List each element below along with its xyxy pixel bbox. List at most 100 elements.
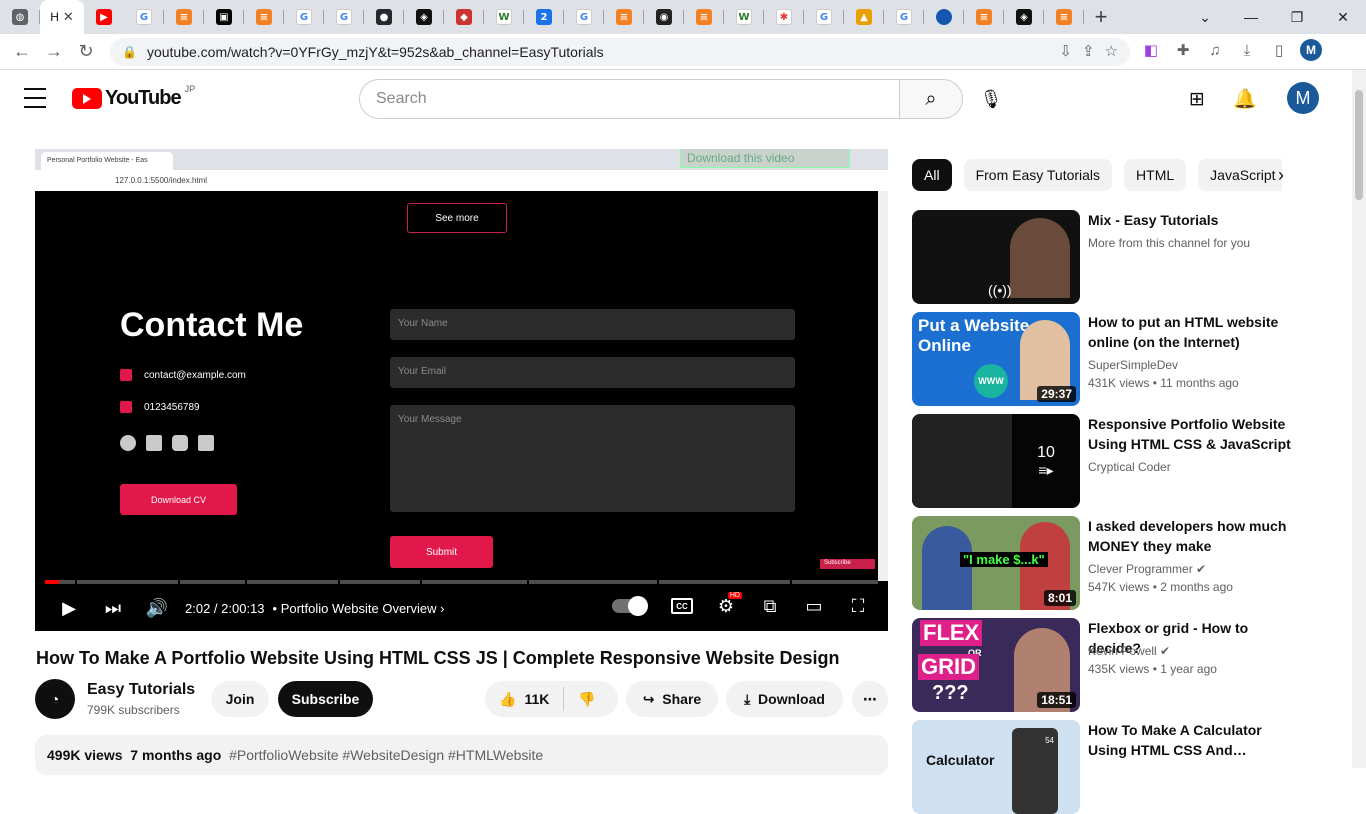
chip-all[interactable]: All	[912, 159, 952, 191]
search-button[interactable]: ⌕	[899, 79, 963, 119]
restore-icon[interactable]: ❐	[1274, 0, 1320, 34]
chevron-right-icon[interactable]: ›	[1278, 165, 1284, 186]
browser-tab[interactable]: ≡	[964, 0, 1004, 34]
browser-tab[interactable]: 2	[524, 0, 564, 34]
channel-avatar[interactable]: ◔	[35, 679, 75, 719]
share-page-icon[interactable]: ⇪	[1082, 42, 1095, 60]
browser-tab[interactable]: ≡	[604, 0, 644, 34]
recommendation-title[interactable]: Responsive Portfolio Website Using HTML …	[1088, 414, 1293, 454]
reload-icon[interactable]: ↻	[70, 36, 102, 68]
chip-from-channel[interactable]: From Easy Tutorials	[963, 159, 1113, 191]
description-box[interactable]: 499K views 7 months ago #PortfolioWebsit…	[35, 735, 888, 775]
subscribe-button[interactable]: Subscribe	[278, 681, 373, 717]
new-tab-icon[interactable]: +	[1084, 0, 1118, 34]
autoplay-toggle[interactable]	[612, 596, 648, 616]
browser-tab[interactable]: W	[724, 0, 764, 34]
theater-mode-icon[interactable]: ▭	[792, 586, 836, 626]
page-scrollbar[interactable]	[1352, 70, 1366, 768]
download-video-overlay[interactable]: Download this video	[680, 149, 850, 168]
profile-avatar[interactable]: M	[1300, 39, 1322, 61]
minimize-icon[interactable]: —	[1228, 0, 1274, 34]
recommendation-title[interactable]: Mix - Easy Tutorials	[1088, 210, 1293, 230]
account-avatar[interactable]: M	[1287, 82, 1319, 114]
video-thumbnail[interactable]: ((•))	[912, 210, 1080, 304]
notifications-bell-icon[interactable]: 🔔	[1232, 86, 1258, 112]
tab-search-icon[interactable]: ⌄	[1182, 0, 1228, 34]
browser-tab[interactable]: ◉	[644, 0, 684, 34]
recommendation-channel[interactable]: More from this channel for you	[1088, 236, 1250, 250]
browser-tab[interactable]: ◈	[1004, 0, 1044, 34]
recommendation-title[interactable]: How To Make A Calculator Using HTML CSS …	[1088, 720, 1293, 760]
fullscreen-icon[interactable]: ⛶	[836, 586, 880, 626]
like-count[interactable]: 11K	[524, 691, 549, 707]
recommendation-item[interactable]: Calculator 54 How To Make A Calculator U…	[912, 720, 1342, 814]
channel-name[interactable]: Easy Tutorials	[87, 681, 195, 699]
forward-icon[interactable]: →	[38, 36, 70, 68]
recommendation-title[interactable]: I asked developers how much MONEY they m…	[1088, 516, 1293, 556]
hashtags[interactable]: #PortfolioWebsite #WebsiteDesign #HTMLWe…	[229, 747, 543, 763]
recommendation-channel[interactable]: Kevin Powell ✔	[1088, 644, 1170, 658]
more-actions-icon[interactable]: ⋯	[852, 681, 888, 717]
browser-tab[interactable]: ●	[364, 0, 404, 34]
hamburger-menu-icon[interactable]	[24, 88, 46, 108]
video-thumbnail[interactable]: Put a Website Online WWW 29:37	[912, 312, 1080, 406]
recommendation-item[interactable]: Put a Website Online WWW 29:37 How to put…	[912, 312, 1342, 406]
download-button[interactable]: ⤓ Download	[726, 681, 843, 717]
recommendation-title[interactable]: How to put an HTML website online (on th…	[1088, 312, 1293, 352]
next-icon[interactable]: ⏭	[91, 589, 135, 629]
search-input[interactable]: Search	[359, 79, 900, 119]
browser-tab[interactable]: W	[484, 0, 524, 34]
browser-tab[interactable]: G	[324, 0, 364, 34]
dislike-icon[interactable]: 👎	[578, 691, 595, 708]
media-control-icon[interactable]: ♫	[1204, 39, 1226, 61]
video-thumbnail[interactable]: "I make $...k" 8:01	[912, 516, 1080, 610]
browser-tab[interactable]: ≡	[1044, 0, 1084, 34]
chip-html[interactable]: HTML	[1124, 159, 1187, 191]
back-icon[interactable]: ←	[6, 36, 38, 68]
microphone-icon[interactable]: 🎙	[976, 84, 1006, 114]
browser-tab[interactable]: ◈	[404, 0, 444, 34]
recommendation-item[interactable]: "I make $...k" 8:01 I asked developers h…	[912, 516, 1342, 610]
address-bar[interactable]: 🔒 youtube.com/watch?v=0YFrGy_mzjY&t=952s…	[110, 38, 1130, 66]
youtube-logo[interactable]: YouTube JP	[72, 84, 195, 110]
progress-bar[interactable]	[45, 580, 878, 584]
recommendation-item[interactable]: FLEX OR GRID ??? 18:51 Flexbox or grid -…	[912, 618, 1342, 712]
video-thumbnail[interactable]: Calculator 54	[912, 720, 1080, 814]
settings-gear-icon[interactable]: ⚙ HD	[704, 586, 748, 626]
browser-tab[interactable]: G	[564, 0, 604, 34]
captions-icon[interactable]: CC	[660, 586, 704, 626]
miniplayer-icon[interactable]: ⧉	[748, 586, 792, 626]
browser-tab[interactable]	[924, 0, 964, 34]
downloads-icon[interactable]: ⤓	[1236, 39, 1258, 61]
browser-tab[interactable]: ≡	[684, 0, 724, 34]
browser-tab[interactable]: ▶	[84, 0, 124, 34]
recommendation-item[interactable]: ((•)) Mix - Easy Tutorials More from thi…	[912, 210, 1342, 304]
video-thumbnail[interactable]: FLEX OR GRID ??? 18:51	[912, 618, 1080, 712]
share-button[interactable]: ↪ Share	[626, 681, 718, 717]
extension-app-icon[interactable]: ◧	[1140, 39, 1162, 61]
close-window-icon[interactable]: ✕	[1320, 0, 1366, 34]
browser-tab-active[interactable]: H ✕	[40, 0, 84, 34]
browser-tab[interactable]: ≡	[244, 0, 284, 34]
join-button[interactable]: Join	[211, 681, 269, 717]
browser-tab[interactable]: ≡	[164, 0, 204, 34]
browser-tab[interactable]: G	[884, 0, 924, 34]
volume-icon[interactable]: 🔊	[135, 589, 179, 629]
browser-tab[interactable]: G	[284, 0, 324, 34]
create-video-icon[interactable]: ⊞	[1184, 86, 1210, 112]
close-icon[interactable]: ✕	[63, 9, 74, 25]
video-thumbnail[interactable]: 10 ≡▸	[912, 414, 1080, 508]
browser-tab[interactable]: ▣	[204, 0, 244, 34]
recommendation-channel[interactable]: Clever Programmer ✔	[1088, 562, 1206, 576]
browser-tab[interactable]: G	[124, 0, 164, 34]
recommendation-channel[interactable]: Cryptical Coder	[1088, 460, 1171, 474]
scrollbar-thumb[interactable]	[1355, 90, 1363, 200]
recommendation-channel[interactable]: SuperSimpleDev	[1088, 358, 1178, 372]
browser-tab[interactable]: ◆	[444, 0, 484, 34]
bookmark-star-icon[interactable]: ☆	[1105, 42, 1118, 60]
browser-tab[interactable]: ✱	[764, 0, 804, 34]
play-icon[interactable]: ▶	[47, 589, 91, 629]
chip-javascript[interactable]: JavaScript	[1198, 159, 1282, 191]
install-icon[interactable]: ⇩	[1059, 42, 1072, 60]
recommendation-item[interactable]: 10 ≡▸ Responsive Portfolio Website Using…	[912, 414, 1342, 508]
